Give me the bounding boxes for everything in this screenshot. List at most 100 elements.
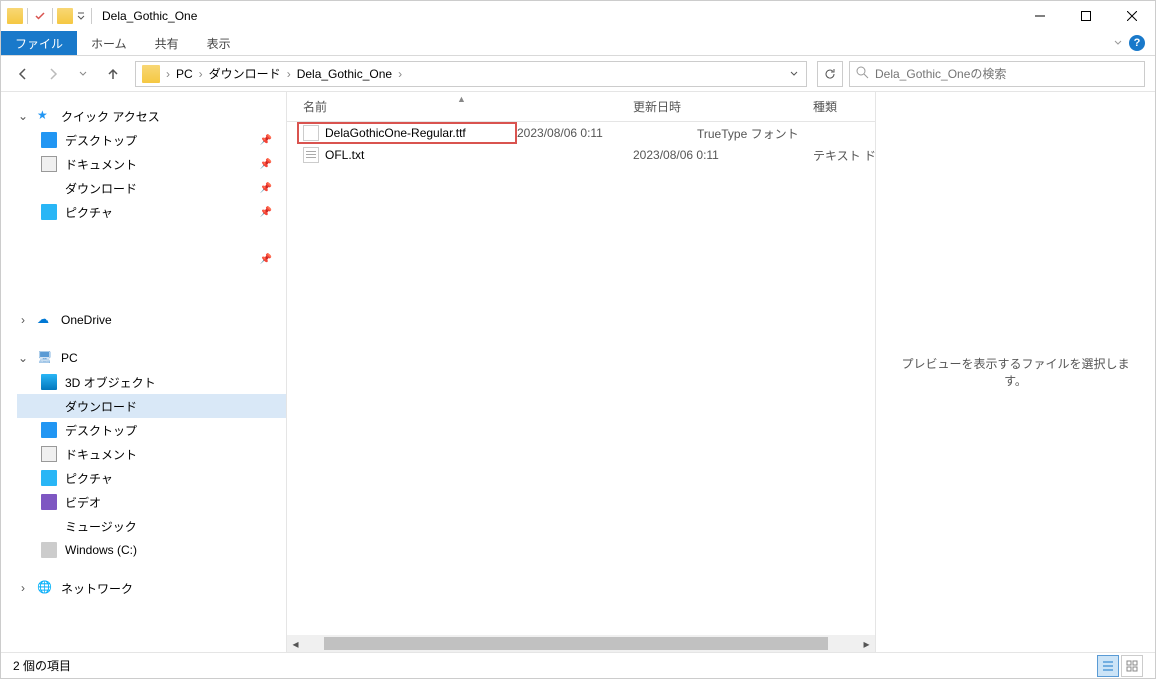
nav-label: ドキュメント — [65, 156, 137, 173]
nav-label: 3D オブジェクト — [65, 374, 156, 391]
minimize-button[interactable] — [1017, 1, 1063, 31]
file-date: 2023/08/06 0:11 — [517, 126, 697, 140]
nav-label: デスクトップ — [65, 422, 137, 439]
folder-icon — [142, 65, 160, 83]
nav-label: ダウンロード — [65, 180, 137, 197]
nav-item[interactable]: ドキュメント 📌 — [17, 152, 286, 176]
preview-pane: プレビューを表示するファイルを選択します。 — [875, 92, 1155, 652]
pin-icon: 📌 — [260, 183, 272, 194]
video-icon — [41, 494, 57, 510]
folder-icon — [7, 8, 23, 24]
maximize-button[interactable] — [1063, 1, 1109, 31]
chevron-down-icon[interactable]: ⌄ — [17, 109, 29, 123]
file-row[interactable]: OFL.txt2023/08/06 0:11テキスト ドキュメント — [287, 144, 875, 166]
chevron-right-icon[interactable]: › — [197, 67, 205, 81]
tab-share[interactable]: 共有 — [141, 31, 193, 55]
nav-item[interactable]: ピクチャ 📌 — [17, 200, 286, 224]
file-name: DelaGothicOne-Regular.ttf — [325, 126, 466, 140]
nav-item-extra[interactable]: 📌 — [17, 224, 286, 294]
nav-item[interactable]: ミュージック — [17, 514, 286, 538]
nav-item[interactable]: ピクチャ — [17, 466, 286, 490]
separator — [52, 8, 53, 24]
pin-icon: 📌 — [260, 207, 272, 218]
nav-pc[interactable]: ⌄ 🖥 PC — [17, 346, 286, 370]
scroll-left-button[interactable]: ◂ — [287, 635, 304, 652]
address-bar[interactable]: › PC›ダウンロード›Dela_Gothic_One› — [135, 61, 807, 87]
music-icon — [41, 518, 57, 534]
up-button[interactable] — [101, 62, 125, 86]
close-button[interactable] — [1109, 1, 1155, 31]
nav-label: ミュージック — [65, 518, 137, 535]
network-icon: 🌐 — [37, 580, 53, 596]
nav-item[interactable]: 3D オブジェクト — [17, 370, 286, 394]
ribbon-tabs: ファイル ホーム 共有 表示 ? — [1, 31, 1155, 56]
pic-icon — [41, 470, 57, 486]
dl-icon — [41, 180, 57, 196]
tab-file[interactable]: ファイル — [1, 31, 77, 55]
nav-label: デスクトップ — [65, 132, 137, 149]
scroll-right-button[interactable]: ▸ — [858, 635, 875, 652]
breadcrumb-segment[interactable]: PC — [172, 67, 197, 81]
pin-icon: 📌 — [260, 159, 272, 170]
help-button[interactable]: ? — [1129, 35, 1145, 51]
dl-icon — [41, 398, 57, 414]
file-type: テキスト ドキュメント — [813, 147, 875, 164]
nav-onedrive[interactable]: › ☁ OneDrive — [17, 308, 286, 332]
file-type: TrueType フォント — [697, 125, 875, 142]
horizontal-scrollbar[interactable]: ◂ ▸ — [287, 635, 875, 652]
refresh-button[interactable] — [817, 61, 843, 87]
scroll-thumb[interactable] — [324, 637, 828, 650]
column-type[interactable]: 種類 — [813, 98, 875, 115]
chevron-right-icon[interactable]: › — [17, 313, 29, 327]
nav-item[interactable]: デスクトップ — [17, 418, 286, 442]
pin-icon: 📌 — [260, 254, 272, 265]
nav-label: PC — [61, 351, 78, 365]
nav-item[interactable]: ビデオ — [17, 490, 286, 514]
pin-icon: 📌 — [260, 135, 272, 146]
nav-item[interactable]: ダウンロード 📌 — [17, 176, 286, 200]
nav-item[interactable]: ドキュメント — [17, 442, 286, 466]
ribbon-expand-icon[interactable] — [1113, 36, 1123, 50]
file-row[interactable]: DelaGothicOne-Regular.ttf 2023/08/06 0:11… — [287, 122, 875, 144]
preview-message: プレビューを表示するファイルを選択します。 — [896, 355, 1135, 389]
chevron-right-icon[interactable]: › — [17, 581, 29, 595]
icons-view-button[interactable] — [1121, 655, 1143, 677]
nav-item[interactable]: デスクトップ 📌 — [17, 128, 286, 152]
pc-icon: 🖥 — [37, 350, 53, 366]
column-name[interactable]: 名前 — [303, 98, 633, 115]
nav-item[interactable]: ダウンロード — [17, 394, 286, 418]
details-view-button[interactable] — [1097, 655, 1119, 677]
title-bar: Dela_Gothic_One — [1, 1, 1155, 31]
tab-view[interactable]: 表示 — [193, 31, 245, 55]
nav-quick-access[interactable]: ⌄ ★ クイック アクセス — [17, 104, 286, 128]
search-box[interactable] — [849, 61, 1145, 87]
tab-home[interactable]: ホーム — [77, 31, 141, 55]
back-button[interactable] — [11, 62, 35, 86]
properties-icon[interactable] — [32, 8, 48, 24]
chevron-right-icon[interactable]: › — [285, 67, 293, 81]
chevron-down-icon[interactable]: ⌄ — [17, 351, 29, 365]
forward-button[interactable] — [41, 62, 65, 86]
breadcrumb-segment[interactable]: Dela_Gothic_One — [293, 67, 396, 81]
obj3d-icon — [41, 374, 57, 390]
nav-network[interactable]: › 🌐 ネットワーク — [17, 576, 286, 600]
address-dropdown-icon[interactable] — [784, 70, 804, 78]
nav-label: Windows (C:) — [65, 543, 137, 557]
nav-label: クイック アクセス — [61, 108, 160, 125]
nav-label: ダウンロード — [65, 398, 137, 415]
qat-dropdown-icon[interactable] — [75, 10, 87, 22]
search-input[interactable] — [875, 67, 1138, 81]
chevron-right-icon[interactable]: › — [164, 67, 172, 81]
folder-icon — [57, 8, 73, 24]
item-count: 2 個の項目 — [13, 657, 71, 674]
txt-file-icon — [303, 147, 319, 163]
column-headers[interactable]: ▲ 名前 更新日時 種類 — [287, 92, 875, 122]
nav-item[interactable]: Windows (C:) — [17, 538, 286, 562]
desktop-icon — [41, 132, 57, 148]
recent-dropdown-icon[interactable] — [71, 62, 95, 86]
nav-label: ピクチャ — [65, 204, 113, 221]
breadcrumb-segment[interactable]: ダウンロード — [205, 65, 285, 82]
column-date[interactable]: 更新日時 — [633, 98, 813, 115]
chevron-right-icon[interactable]: › — [396, 67, 404, 81]
window-title: Dela_Gothic_One — [102, 9, 197, 23]
